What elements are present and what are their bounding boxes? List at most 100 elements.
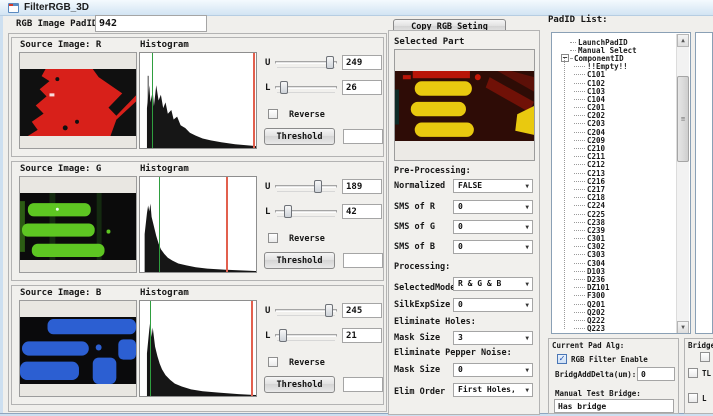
- tree-item[interactable]: C213: [553, 169, 676, 177]
- tree-item[interactable]: C101: [553, 71, 676, 79]
- tree-item[interactable]: C304: [553, 259, 676, 267]
- manual-test-bridge-input[interactable]: [554, 399, 674, 413]
- tree-item[interactable]: C104: [553, 95, 676, 103]
- tree-connector: [574, 66, 585, 67]
- l-slider-b[interactable]: [275, 328, 337, 343]
- scroll-down-icon[interactable]: ▼: [677, 321, 689, 334]
- tree-item[interactable]: C302: [553, 243, 676, 251]
- threshold-result-input-b[interactable]: [343, 377, 383, 392]
- sms-of-r-select[interactable]: 0 ▼: [453, 200, 533, 214]
- bridgeadddelta-input[interactable]: [637, 367, 675, 381]
- threshold-button-b[interactable]: Threshold: [264, 376, 335, 393]
- sms-of-g-select[interactable]: 0 ▼: [453, 220, 533, 234]
- selected-part-label: Selected Part: [394, 37, 464, 47]
- elim-order-select[interactable]: First Holes, ▼: [453, 383, 533, 397]
- tree-item[interactable]: Q223: [553, 325, 676, 333]
- u-value-input-g[interactable]: [342, 179, 382, 194]
- u-slider-thumb-b[interactable]: [325, 304, 333, 317]
- tree-item[interactable]: D236: [553, 275, 676, 283]
- tree-item[interactable]: C211: [553, 153, 676, 161]
- mask-size-holes-select[interactable]: 3 ▼: [453, 331, 533, 345]
- l-value-input-g[interactable]: [342, 204, 382, 219]
- tree-expander-icon[interactable]: −: [561, 54, 569, 62]
- tree-scrollbar[interactable]: ▲ ≡ ▼: [676, 34, 689, 334]
- tree-item[interactable]: C239: [553, 226, 676, 234]
- l-value-input-r[interactable]: [342, 80, 382, 95]
- bridge-checkbox[interactable]: [700, 352, 710, 362]
- tree-item[interactable]: C225: [553, 210, 676, 218]
- tree-item[interactable]: C202: [553, 112, 676, 120]
- tree-item[interactable]: C301: [553, 235, 676, 243]
- tree-item[interactable]: C201: [553, 104, 676, 112]
- reverse-label-r: Reverse: [289, 110, 325, 120]
- bridge-title: Bridge: [688, 341, 713, 350]
- threshold-button-r[interactable]: Threshold: [264, 128, 335, 145]
- l-label-r: L: [265, 83, 270, 93]
- lower-threshold-line-g: [159, 177, 160, 272]
- l-value-input-b[interactable]: [342, 328, 382, 343]
- l-checkbox[interactable]: [688, 393, 698, 403]
- silkexpsize-select[interactable]: 0 ▼: [453, 298, 533, 312]
- title-bar: FilterRGB_3D: [0, 0, 713, 16]
- selected-part-panel: Selected Part Pre-Processing: Normalized…: [388, 30, 540, 415]
- tree-connector: [574, 295, 585, 296]
- rgb-filter-enable-label: RGB Filter Enable: [571, 355, 648, 364]
- tree-connector: [574, 230, 585, 231]
- tree-item[interactable]: DZ101: [553, 284, 676, 292]
- tree-item[interactable]: C218: [553, 194, 676, 202]
- tree-connector: [574, 132, 585, 133]
- tree-item[interactable]: C210: [553, 144, 676, 152]
- reverse-checkbox-r[interactable]: [268, 109, 278, 119]
- tree-item[interactable]: D103: [553, 267, 676, 275]
- tree-connector: [574, 304, 585, 305]
- tree-connector: [574, 115, 585, 116]
- u-slider-b[interactable]: [275, 303, 337, 318]
- tree-item[interactable]: C212: [553, 161, 676, 169]
- scroll-thumb[interactable]: ≡: [677, 76, 689, 162]
- threshold-result-input-g[interactable]: [343, 253, 383, 268]
- tree-item[interactable]: C238: [553, 218, 676, 226]
- u-slider-r[interactable]: [275, 55, 337, 70]
- tree-item[interactable]: Q222: [553, 316, 676, 324]
- app-icon: [8, 3, 19, 13]
- tree-item[interactable]: C203: [553, 120, 676, 128]
- tree-item[interactable]: C303: [553, 251, 676, 259]
- tree-item[interactable]: C217: [553, 185, 676, 193]
- tree-item[interactable]: C103: [553, 87, 676, 95]
- tree-connector: [574, 263, 585, 264]
- tree-item[interactable]: C224: [553, 202, 676, 210]
- reverse-checkbox-b[interactable]: [268, 357, 278, 367]
- selectedmode-select[interactable]: R & G & B ▼: [453, 277, 533, 291]
- tree-item[interactable]: Q201: [553, 300, 676, 308]
- source-image-r-thumbnail: [19, 52, 137, 149]
- reverse-checkbox-g[interactable]: [268, 233, 278, 243]
- tree-item[interactable]: !!Empty!!: [553, 63, 676, 71]
- l-slider-thumb-b[interactable]: [279, 329, 287, 342]
- tl-checkbox[interactable]: [688, 368, 698, 378]
- u-slider-g[interactable]: [275, 179, 337, 194]
- tree-item[interactable]: C102: [553, 79, 676, 87]
- tree-item[interactable]: F300: [553, 292, 676, 300]
- tree-item[interactable]: Q202: [553, 308, 676, 316]
- u-value-input-r[interactable]: [342, 55, 382, 70]
- rgb-filter-enable-checkbox[interactable]: ✓: [557, 354, 567, 364]
- u-value-input-b[interactable]: [342, 303, 382, 318]
- l-slider-g[interactable]: [275, 204, 337, 219]
- threshold-button-g[interactable]: Threshold: [264, 252, 335, 269]
- l-slider-thumb-r[interactable]: [280, 81, 288, 94]
- tree-item[interactable]: C216: [553, 177, 676, 185]
- tl-label: TL: [702, 369, 711, 378]
- l-slider-thumb-g[interactable]: [284, 205, 292, 218]
- u-slider-thumb-g[interactable]: [314, 180, 322, 193]
- tree-item[interactable]: C204: [553, 128, 676, 136]
- normalized-select[interactable]: FALSE ▼: [453, 179, 533, 193]
- u-slider-thumb-r[interactable]: [326, 56, 334, 69]
- rgb-image-padid-input[interactable]: [95, 15, 207, 32]
- threshold-result-input-r[interactable]: [343, 129, 383, 144]
- sms-of-b-select[interactable]: 0 ▼: [453, 240, 533, 254]
- scroll-up-icon[interactable]: ▲: [677, 34, 689, 47]
- l-slider-r[interactable]: [275, 80, 337, 95]
- tree-item[interactable]: C209: [553, 136, 676, 144]
- padid-tree[interactable]: LaunchPadIDManual Select−ComponentID!!Em…: [551, 32, 691, 334]
- mask-size-pepper-select[interactable]: 0 ▼: [453, 363, 533, 377]
